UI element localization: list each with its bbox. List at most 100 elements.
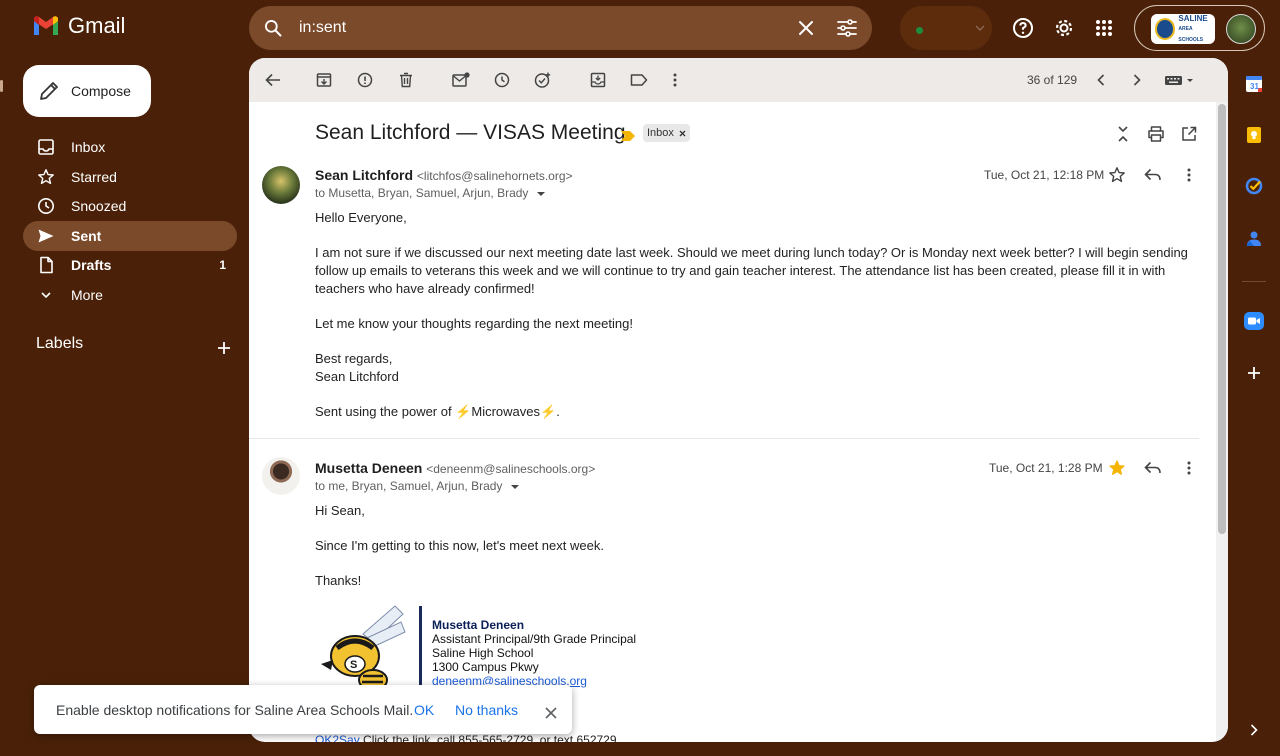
apps-icon[interactable] (1092, 16, 1116, 40)
zoom-icon[interactable] (1244, 311, 1264, 331)
message-date[interactable]: Tue, Oct 21, 1:28 PM (989, 461, 1103, 475)
compose-button[interactable]: Compose (23, 65, 151, 117)
back-icon[interactable] (262, 69, 284, 91)
more-vert-icon[interactable] (1178, 457, 1200, 479)
label-chip-inbox[interactable]: Inbox (643, 124, 690, 142)
account-avatar[interactable] (1226, 14, 1256, 44)
print-icon[interactable] (1145, 123, 1167, 145)
signature-name: Musetta Deneen (432, 618, 525, 632)
move-icon[interactable] (587, 69, 609, 91)
snackbar-no-thanks-button[interactable]: No thanks (455, 702, 518, 718)
ok2say-link[interactable]: OK2Say (315, 733, 360, 742)
signature-address: 1300 Campus Pkwy (432, 660, 539, 674)
message-1: Sean Litchford <litchfos@salinehornets.o… (249, 164, 1204, 430)
body-paragraph: Hello Everyone, (315, 210, 407, 225)
snackbar-ok-button[interactable]: OK (414, 702, 434, 718)
trash-icon[interactable] (395, 69, 417, 91)
calendar-icon[interactable]: 31 (1244, 74, 1264, 94)
gmail-logo[interactable]: Gmail (32, 13, 125, 39)
org-logo-subtext: AREA SCHOOLS (1178, 25, 1204, 43)
message-panel: 36 of 129 Sean Litchford — VISAS Meeting… (249, 58, 1228, 742)
status-selector[interactable] (900, 6, 992, 50)
plus-icon[interactable] (212, 336, 236, 360)
plus-icon[interactable] (1244, 363, 1264, 383)
recipients-text: to me, Bryan, Samuel, Arjun, Brady (315, 479, 503, 493)
sender-avatar[interactable] (262, 166, 300, 204)
sender-avatar[interactable] (262, 457, 300, 495)
snackbar-message: Enable desktop notifications for Saline … (56, 702, 414, 718)
star-icon[interactable] (1106, 164, 1128, 186)
body-paragraph: Hi Sean, (315, 503, 365, 518)
chevron-down-icon[interactable] (510, 484, 520, 490)
sender-name[interactable]: Sean Litchford (315, 167, 413, 183)
recipients-line[interactable]: to Musetta, Bryan, Samuel, Arjun, Brady (315, 186, 546, 200)
archive-icon[interactable] (313, 69, 335, 91)
chevron-down-icon (41, 291, 51, 298)
close-icon[interactable] (679, 130, 686, 137)
org-logo-text: SALINE (1178, 13, 1208, 23)
help-icon[interactable] (1011, 16, 1035, 40)
report-icon[interactable] (354, 69, 376, 91)
more-vert-icon[interactable] (664, 69, 686, 91)
open-new-icon[interactable] (1178, 123, 1200, 145)
top-bar: Gmail in:sent SALINE AREA SCHOOLS (0, 0, 1280, 56)
sidebar-item-label: More (71, 286, 103, 303)
add-task-icon[interactable] (532, 69, 554, 91)
sidebar-item-label: Drafts (71, 257, 112, 273)
sidebar-item-label: Inbox (71, 139, 106, 155)
contacts-icon[interactable] (1244, 228, 1264, 248)
tasks-icon[interactable] (1244, 176, 1264, 196)
collapse-icon[interactable] (1112, 123, 1134, 145)
sidebar-item-label: Snoozed (71, 198, 127, 214)
reply-icon[interactable] (1142, 164, 1164, 186)
message-date[interactable]: Tue, Oct 21, 12:18 PM (984, 168, 1104, 182)
chevron-down-icon[interactable] (536, 191, 546, 197)
svg-text:S: S (350, 659, 357, 671)
keyboard-icon[interactable] (1163, 69, 1197, 91)
importance-marker-icon[interactable] (621, 128, 635, 146)
menu-handle[interactable] (0, 80, 3, 92)
signature-footer: OK2Say Click the link, call 855-565-2729… (315, 733, 617, 742)
body-paragraph: Best regards, (315, 351, 393, 366)
sidebar-item-sent[interactable]: Sent (23, 220, 237, 251)
more-vert-icon[interactable] (1178, 164, 1200, 186)
sender-line: Musetta Deneen <deneenm@salineschools.or… (315, 460, 595, 476)
reply-icon[interactable] (1142, 457, 1164, 479)
chevron-left-icon[interactable] (1090, 69, 1112, 91)
message-divider (249, 438, 1199, 439)
sidebar-item-more[interactable]: More (23, 280, 237, 310)
notification-snackbar: Enable desktop notifications for Saline … (34, 685, 572, 734)
account-switcher[interactable]: SALINE AREA SCHOOLS (1134, 5, 1265, 51)
svg-text:31: 31 (1250, 82, 1259, 91)
drafts-count: 1 (219, 258, 226, 272)
recipients-line[interactable]: to me, Bryan, Samuel, Arjun, Brady (315, 479, 520, 493)
search-bar[interactable]: in:sent (249, 6, 872, 50)
clear-icon[interactable] (794, 16, 818, 40)
sidebar-item-starred[interactable]: Starred (23, 162, 237, 192)
chevron-right-icon[interactable] (1126, 69, 1148, 91)
app-name: Gmail (68, 13, 126, 38)
label-icon[interactable] (628, 69, 650, 91)
search-icon[interactable] (263, 18, 283, 38)
snooze-icon[interactable] (491, 69, 513, 91)
sender-name[interactable]: Musetta Deneen (315, 460, 422, 476)
sidebar-item-label: Sent (71, 227, 102, 244)
gear-icon[interactable] (1052, 16, 1076, 40)
sidebar-item-drafts[interactable]: Drafts 1 (23, 250, 237, 280)
email-signature: Musetta Deneen Assistant Principal/9th G… (432, 618, 636, 688)
mark-unread-icon[interactable] (450, 69, 472, 91)
search-input[interactable]: in:sent (299, 19, 346, 37)
star-icon[interactable] (1106, 457, 1128, 479)
tune-icon[interactable] (835, 16, 859, 40)
body-paragraph: Sent using the power of ⚡Microwaves⚡. (315, 404, 560, 419)
sidebar-item-inbox[interactable]: Inbox (23, 132, 237, 162)
keep-icon[interactable] (1244, 125, 1264, 145)
sidebar-item-snoozed[interactable]: Snoozed (23, 191, 237, 221)
recipients-text: to Musetta, Bryan, Samuel, Arjun, Brady (315, 186, 529, 200)
close-icon[interactable] (539, 701, 563, 725)
compose-label: Compose (71, 83, 131, 99)
chevron-right-icon[interactable] (1244, 720, 1264, 740)
scrollbar-thumb[interactable] (1218, 104, 1226, 534)
signature-org: Saline High School (432, 646, 534, 660)
org-logo: SALINE AREA SCHOOLS (1151, 14, 1215, 44)
